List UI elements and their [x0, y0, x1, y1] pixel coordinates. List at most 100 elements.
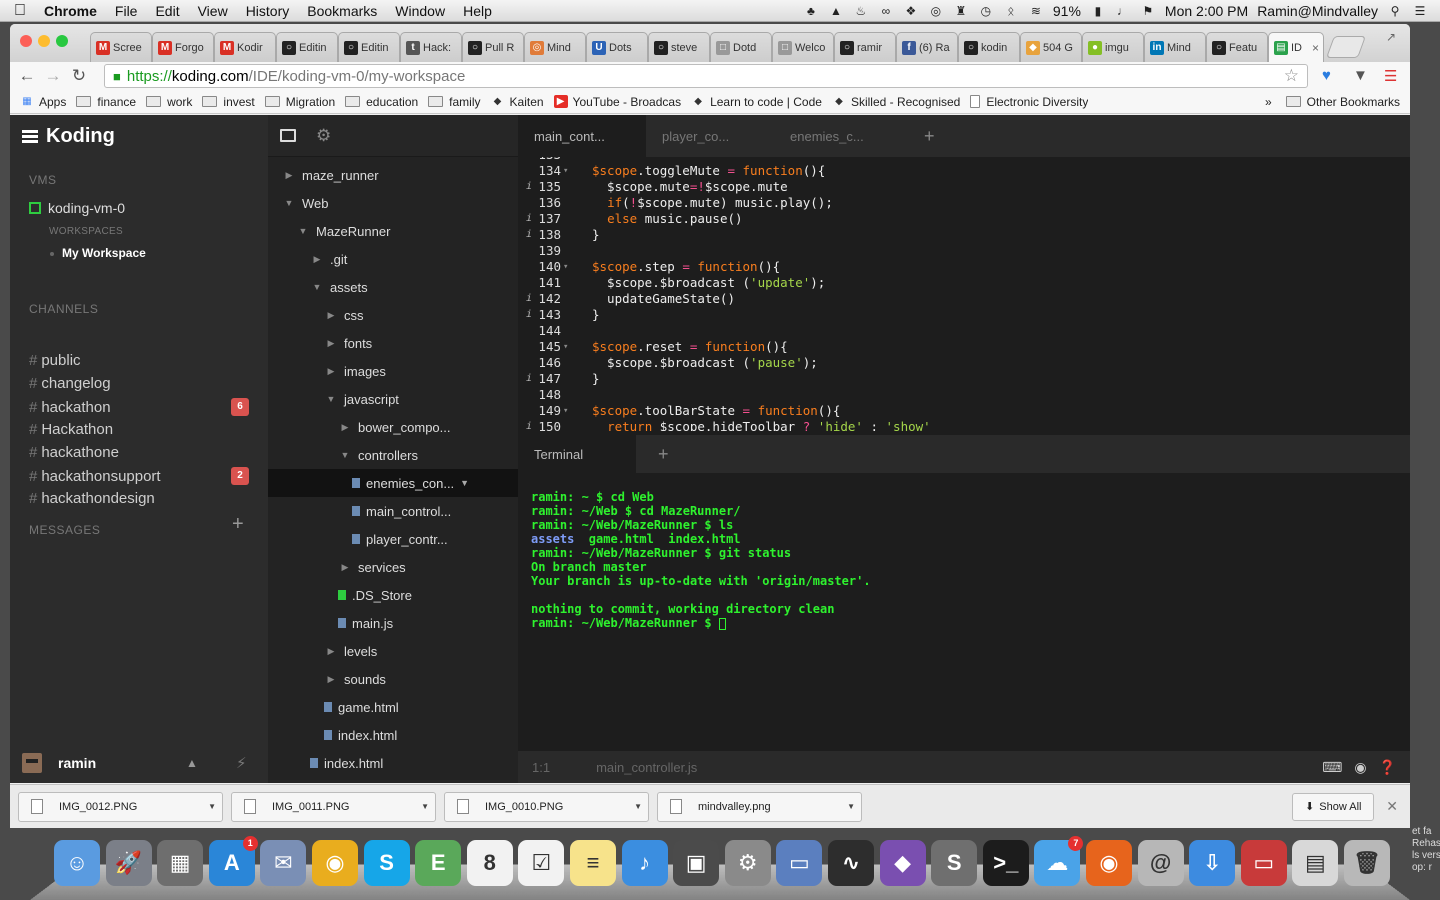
fold-arrow-icon[interactable]: ▾ — [563, 403, 568, 419]
mouse-icon[interactable]: ◎ — [928, 4, 944, 18]
browser-tab[interactable]: ○ Editin — [338, 32, 400, 62]
close-tab-icon[interactable]: × — [1312, 41, 1319, 55]
folder-icon[interactable] — [280, 129, 296, 142]
tree-item-player-contr[interactable]: player_contr... — [268, 525, 518, 553]
app-store-dock-icon[interactable]: A1 — [208, 836, 258, 886]
tree-item-index-html[interactable]: index.html — [268, 749, 518, 777]
channel-hackathon[interactable]: # Hackathon — [29, 421, 249, 438]
chevron-right-icon[interactable]: ▶ — [310, 254, 324, 265]
chevron-down-icon[interactable]: ▼ — [310, 282, 324, 292]
browser-tab[interactable]: ○ Pull R — [462, 32, 524, 62]
evernote-dock-icon[interactable]: E — [415, 840, 462, 886]
tree-item-enemies-con[interactable]: enemies_con... ▼ — [268, 469, 518, 497]
menu-history[interactable]: History — [237, 3, 299, 19]
chevron-down-icon[interactable]: ▼ — [296, 226, 310, 236]
bookmark-skilled-recognised[interactable]: ◆ Skilled - Recognised — [832, 95, 960, 109]
tree-item-web[interactable]: ▼ Web — [268, 189, 518, 217]
gear-icon[interactable]: ⚙ — [316, 126, 331, 146]
tree-item-ds-store[interactable]: .DS_Store — [268, 581, 518, 609]
other-bookmarks[interactable]: Other Bookmarks — [1285, 95, 1400, 109]
skype-dock-icon[interactable]: S — [363, 840, 410, 886]
bookmark-education[interactable]: education — [345, 95, 418, 109]
browser-tab[interactable]: in Mind — [1144, 32, 1206, 62]
browser-tab[interactable]: M Forgo — [152, 32, 214, 62]
preview-dock-icon[interactable]: ✉ — [260, 840, 307, 886]
bookmark-invest[interactable]: invest — [202, 95, 255, 109]
fold-arrow-icon[interactable]: ▾ — [563, 339, 568, 355]
downloads-dock-icon[interactable]: ⇩ — [1189, 840, 1236, 886]
chevron-down-icon[interactable]: ▼ — [634, 802, 642, 811]
channel-public[interactable]: # public — [29, 352, 249, 369]
browser-tab[interactable]: t Hack: — [400, 32, 462, 62]
menubar-user[interactable]: Ramin@Mindvalley — [1257, 3, 1378, 19]
menu-file[interactable]: File — [106, 3, 147, 19]
chevron-down-icon[interactable]: ▼ — [324, 394, 338, 404]
tree-item-index-html[interactable]: index.html — [268, 721, 518, 749]
avatar[interactable] — [22, 753, 42, 773]
koding-logo[interactable]: Koding — [22, 125, 115, 148]
tree-item-sounds[interactable]: ▶ sounds — [268, 665, 518, 693]
trash-dock-icon[interactable]: 🗑 — [1344, 840, 1390, 886]
browser-tab[interactable]: ○ ramir — [834, 32, 896, 62]
workspace-item[interactable]: My Workspace — [50, 246, 146, 260]
channel-hackathondesign[interactable]: # hackathondesign — [29, 490, 249, 507]
binoculars-icon[interactable]: ♜ — [953, 4, 969, 18]
dropbox-icon[interactable]: ❖ — [903, 4, 919, 18]
channel-changelog[interactable]: # changelog — [29, 375, 249, 392]
fold-arrow-icon[interactable]: ▾ — [563, 163, 568, 179]
browser-tab[interactable]: ○ Featu — [1206, 32, 1268, 62]
github-icon[interactable]: ◉ — [1354, 759, 1366, 776]
notification-center-icon[interactable]: ☰ — [1412, 4, 1428, 18]
tree-item-levels[interactable]: ▶ levels — [268, 637, 518, 665]
evernote-status-icon[interactable]: ♣ — [803, 4, 819, 18]
forward-button[interactable]: → — [40, 66, 66, 86]
show-all-downloads-button[interactable]: ⬇ Show All — [1292, 792, 1375, 821]
chevron-right-icon[interactable]: ▶ — [338, 562, 352, 573]
time-machine-icon[interactable]: ◷ — [978, 4, 994, 18]
hamburger-icon[interactable] — [22, 128, 38, 145]
sublime-text-dock-icon[interactable]: S — [931, 840, 978, 886]
tree-item-mazerunner[interactable]: ▼ MazeRunner — [268, 217, 518, 245]
messages-dock-icon[interactable]: ☁ 7 — [1034, 836, 1084, 886]
browser-tab[interactable]: ◆ 504 G — [1020, 32, 1082, 62]
reload-button[interactable]: ↻ — [66, 66, 92, 86]
github-dock-icon[interactable]: ◆ — [879, 840, 926, 886]
tree-item-game-html[interactable]: game.html — [268, 693, 518, 721]
tree-item-bower-compo[interactable]: ▶ bower_compo... — [268, 413, 518, 441]
tree-item-css[interactable]: ▶ css — [268, 301, 518, 329]
zoom-window-button[interactable] — [56, 35, 68, 47]
chevron-down-icon[interactable]: ▼ — [208, 802, 216, 811]
dashboard-dock-icon[interactable]: ▦ — [157, 840, 204, 886]
tree-item-javascript[interactable]: ▼ javascript — [268, 385, 518, 413]
download-item[interactable]: IMG_0011.PNG ▼ — [231, 791, 436, 822]
tree-item-services[interactable]: ▶ services — [268, 553, 518, 581]
chevron-down-icon[interactable]: ▼ — [847, 802, 855, 811]
bolt-icon[interactable]: ⚡ — [236, 754, 247, 772]
vm-item[interactable]: koding-vm-0 — [29, 200, 125, 216]
chevron-down-icon[interactable]: ▼ — [421, 802, 429, 811]
image-capture-dock-icon[interactable]: ▣ — [673, 840, 720, 886]
menubar-clock[interactable]: Mon 2:00 PM — [1165, 3, 1248, 19]
close-window-button[interactable] — [20, 35, 32, 47]
bookmark-electronic-diversity[interactable]: Electronic Diversity — [970, 95, 1088, 109]
mail-dock-icon[interactable]: @ — [1137, 840, 1184, 886]
printer-dock-icon[interactable]: ▤ — [1292, 840, 1339, 886]
browser-tab[interactable]: U Dots — [586, 32, 648, 62]
editor-tab-player-controller[interactable]: player_co... — [646, 115, 774, 157]
close-download-bar-icon[interactable]: ✕ — [1386, 798, 1398, 815]
chevron-right-icon[interactable]: ▶ — [338, 422, 352, 433]
menu-bookmarks[interactable]: Bookmarks — [298, 3, 386, 19]
browser-tab[interactable]: f (6) Ra — [896, 32, 958, 62]
help-icon[interactable]: ❓ — [1379, 759, 1396, 776]
notes-dock-icon[interactable]: ≡ — [570, 840, 616, 886]
tree-item-fonts[interactable]: ▶ fonts — [268, 329, 518, 357]
address-bar[interactable]: ■ https:// koding.com /IDE/koding-vm-0/m… — [104, 64, 1308, 88]
pocket-extension-icon[interactable]: ▼ — [1353, 67, 1368, 84]
tree-item-assets[interactable]: ▼ assets — [268, 273, 518, 301]
tree-item-images[interactable]: ▶ images — [268, 357, 518, 385]
browser-tab[interactable]: ○ steve — [648, 32, 710, 62]
chevron-right-icon[interactable]: ▶ — [324, 310, 338, 321]
fold-arrow-icon[interactable]: ▾ — [563, 259, 568, 275]
bookmark-star-icon[interactable]: ☆ — [1284, 66, 1299, 86]
menu-edit[interactable]: Edit — [146, 3, 188, 19]
